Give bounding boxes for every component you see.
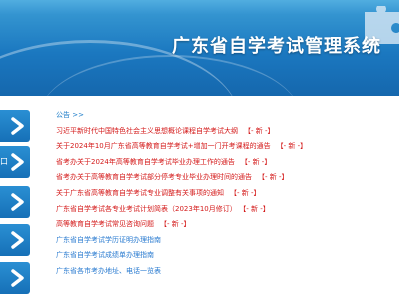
sidebar-nav-button-3[interactable] (0, 186, 30, 218)
announcement-item: 习近平新时代中国特色社会主义思想概论课程自学考试大纲 【- 新 -】 (56, 124, 396, 140)
announcement-link[interactable]: 高等教育自学考试常见咨询问题 (56, 220, 154, 228)
announcement-link[interactable]: 关于2024年10月广东省高等教育自学考试+增加一门开考课程的通告 (56, 142, 271, 150)
announcement-item: 省考办关于高等教育自学考试部分停考专业毕业办理时间的通告 【- 新 -】 (56, 170, 396, 186)
sidebar-nav-button-2[interactable]: 口 (0, 146, 30, 178)
announcement-link[interactable]: 广东省自学考试学历证明办理指南 (56, 236, 161, 244)
announcement-item: 广东省各市考办地址、电话一览表 (56, 264, 396, 280)
new-badge: 【- 新 -】 (160, 220, 191, 229)
announcement-section-title: 公告 >> (56, 111, 84, 119)
new-badge: 【- 新 -】 (240, 157, 272, 166)
announcement-item: 高等教育自学考试常见咨询问题 【- 新 -】 (56, 217, 396, 233)
new-badge: 【- 新 -】 (242, 204, 270, 213)
announcement-link[interactable]: 省考办关于2024年高等教育自学考试毕业办理工作的通告 (56, 158, 235, 166)
announcement-link[interactable]: 广东省各市考办地址、电话一览表 (56, 267, 161, 275)
chevron-right-icon (11, 153, 24, 171)
announcement-item: 关于2024年10月广东省高等教育自学考试+增加一门开考课程的通告 【- 新 -】 (56, 139, 396, 155)
chevron-right-icon (11, 269, 24, 287)
chevron-right-icon (11, 193, 24, 211)
announcement-link[interactable]: 省考办关于高等教育自学考试部分停考专业毕业办理时间的通告 (56, 173, 252, 181)
new-badge: 【- 新 -】 (276, 142, 308, 151)
announcement-item: 广东省自学考试学历证明办理指南 (56, 233, 396, 249)
sidebar-nav-button-1[interactable] (0, 110, 30, 142)
new-badge: 【- 新 -】 (244, 126, 275, 135)
announcement-item: 省考办关于2024年高等教育自学考试毕业办理工作的通告 【- 新 -】 (56, 155, 396, 171)
sidebar-nav-label: 口 (0, 157, 8, 166)
chevron-right-icon (11, 117, 24, 135)
new-badge: 【- 新 -】 (230, 188, 261, 197)
announcement-link[interactable]: 习近平新时代中国特色社会主义思想概论课程自学考试大纲 (56, 127, 238, 135)
header-banner: 广东省自学考试管理系统 (0, 0, 399, 96)
announcement-item: 广东省自学考试成绩单办理指南 (56, 248, 396, 264)
page-title: 广东省自学考试管理系统 (172, 36, 381, 57)
chevron-right-icon (11, 231, 24, 249)
sidebar-nav-button-4[interactable] (0, 224, 30, 256)
announcement-item: 广东省自学考试各专业考试计划简表（2023年10月修订） 【- 新 -】 (56, 202, 396, 218)
announcement-list: 公告 >> 习近平新时代中国特色社会主义思想概论课程自学考试大纲 【- 新 -】 … (56, 108, 396, 280)
announcement-link[interactable]: 广东省自学考试成绩单办理指南 (56, 251, 154, 259)
banner-top-band (0, 0, 399, 14)
new-badge: 【- 新 -】 (258, 173, 289, 182)
sidebar: 口 (0, 96, 44, 300)
sidebar-nav-button-5[interactable] (0, 262, 30, 294)
announcement-item: 关于广东省高等教育自学考试专业调整有关事项的通知 【- 新 -】 (56, 186, 396, 202)
announcement-link[interactable]: 关于广东省高等教育自学考试专业调整有关事项的通知 (56, 189, 224, 197)
announcement-link[interactable]: 广东省自学考试各专业考试计划简表（2023年10月修订） (56, 205, 237, 213)
